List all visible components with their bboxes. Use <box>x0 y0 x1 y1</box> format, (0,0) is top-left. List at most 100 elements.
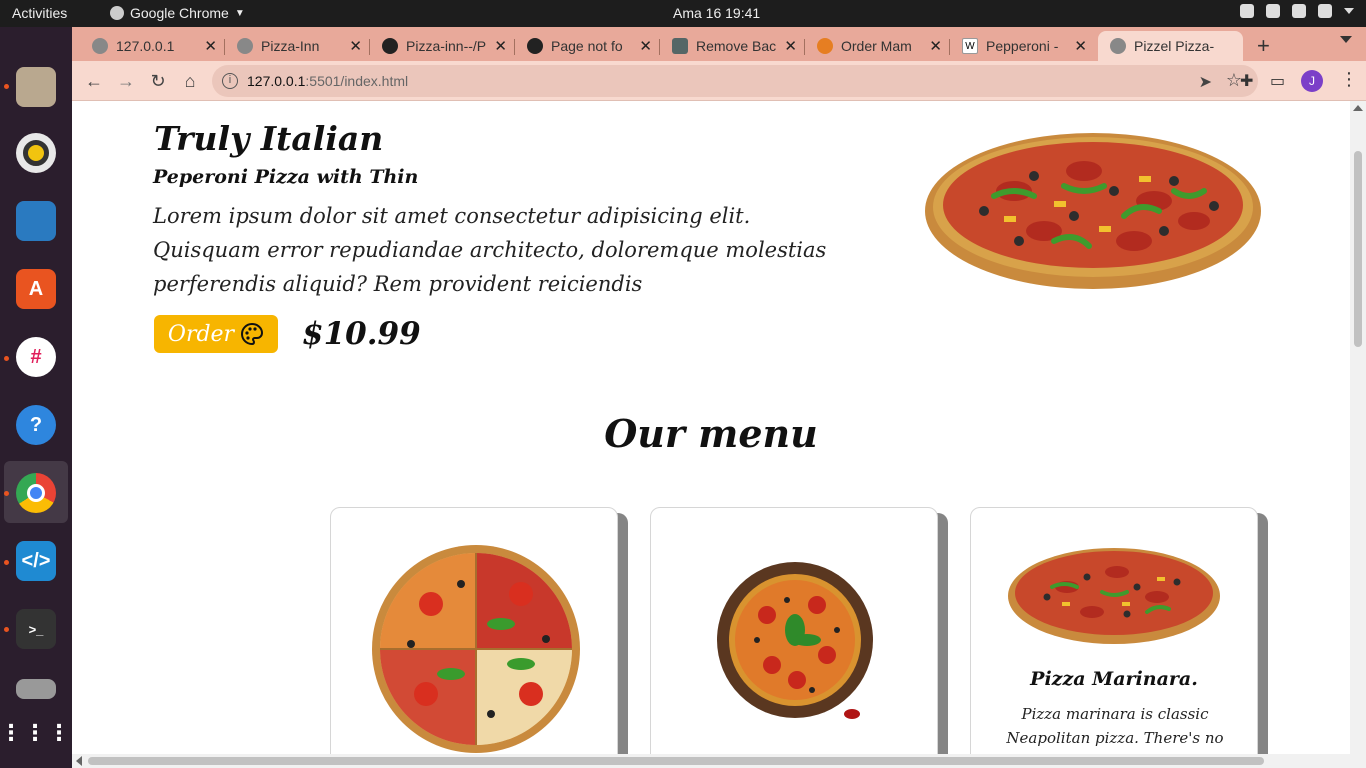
card-title: Pizza Marinara. <box>1030 668 1198 690</box>
pizza-image <box>1008 548 1220 644</box>
scroll-up-arrow-icon[interactable] <box>1353 105 1363 111</box>
back-button[interactable]: ← <box>82 69 106 93</box>
horizontal-scrollbar[interactable] <box>72 754 1366 768</box>
scroll-left-arrow-icon[interactable] <box>76 756 82 766</box>
running-indicator <box>4 356 9 361</box>
tab[interactable]: Remove Bac ✕ <box>660 31 805 61</box>
url-text[interactable]: 127.0.0.1:5501/index.html <box>247 73 408 89</box>
scrollbar-thumb[interactable] <box>88 757 1264 765</box>
cast-icon[interactable]: ▭ <box>1270 71 1285 91</box>
globe-icon <box>92 38 108 54</box>
close-icon[interactable]: ✕ <box>639 37 652 55</box>
wikipedia-icon: W <box>962 38 978 54</box>
address-bar[interactable]: i 127.0.0.1:5501/index.html ➤ ☆ <box>212 65 1258 97</box>
palette-icon <box>241 322 264 346</box>
new-tab-button[interactable]: + <box>1257 33 1270 59</box>
files-icon[interactable] <box>14 65 58 109</box>
close-icon[interactable]: ✕ <box>1074 37 1087 55</box>
tab-title: 127.0.0.1 <box>116 38 175 54</box>
menu-card[interactable] <box>650 507 938 754</box>
tab-strip: 127.0.0.1 ✕ Pizza-Inn ✕ Pizza-inn--/P ✕ … <box>72 27 1366 61</box>
tab-title: Pizza-inn--/P <box>406 38 487 54</box>
chrome-app-icon <box>110 6 124 20</box>
network-icon <box>1240 4 1254 18</box>
hero-description: Lorem ipsum dolor sit amet consectetur a… <box>153 204 827 296</box>
close-icon[interactable]: ✕ <box>349 37 362 55</box>
price: $10.99 <box>302 316 421 352</box>
menu-card[interactable]: Pizza Marinara. Pizza marinara is classi… <box>970 507 1258 754</box>
forward-button[interactable]: → <box>114 69 138 93</box>
show-apps-icon[interactable]: ⋮⋮⋮ <box>0 711 70 755</box>
tab-active[interactable]: Pizzel Pizza- <box>1098 31 1243 61</box>
order-button[interactable]: Order <box>154 315 278 353</box>
tab-title: Order Mam <box>841 38 912 54</box>
github-icon <box>382 38 398 54</box>
tab[interactable]: Page not fo ✕ <box>515 31 660 61</box>
hero-subtitle: Peperoni Pizza with Thin <box>153 166 419 188</box>
wifi-icon <box>1266 4 1280 18</box>
system-top-bar: Activities Google Chrome ▼ Ama 16 19:41 <box>0 0 1366 27</box>
menu-card[interactable] <box>330 507 618 754</box>
close-icon[interactable]: ✕ <box>929 37 942 55</box>
profile-avatar[interactable]: J <box>1301 70 1323 92</box>
card-description: Pizza marinara is classic Neapolitan piz… <box>1006 705 1224 747</box>
hero-title: Truly Italian <box>154 119 384 158</box>
archive-icon[interactable] <box>14 667 58 711</box>
tab-title: Page not fo <box>551 38 623 54</box>
extensions-icon[interactable]: ✚ <box>1240 71 1253 91</box>
site-info-icon[interactable]: i <box>222 73 238 89</box>
close-icon[interactable]: ✕ <box>494 37 507 55</box>
tab[interactable]: Order Mam ✕ <box>805 31 950 61</box>
pizza-image <box>372 545 580 753</box>
chrome-icon[interactable] <box>14 471 58 515</box>
browser-toolbar: ← → ↻ ⌂ i 127.0.0.1:5501/index.html ➤ ☆ … <box>72 61 1366 101</box>
pizza-icon <box>817 38 833 54</box>
close-icon[interactable]: ✕ <box>784 37 797 55</box>
volume-icon <box>1292 4 1306 18</box>
tab-search-icon[interactable] <box>1340 36 1352 43</box>
pizza-image <box>717 562 873 719</box>
rhythmbox-icon[interactable] <box>14 131 58 175</box>
tab[interactable]: Pizza-Inn ✕ <box>225 31 370 61</box>
clock[interactable]: Ama 16 19:41 <box>673 5 760 21</box>
activities-button[interactable]: Activities <box>12 5 67 21</box>
menu-kebab-icon[interactable]: ⋮ <box>1340 69 1358 90</box>
order-label: Order <box>167 321 235 347</box>
software-store-icon[interactable]: A <box>14 267 58 311</box>
tab[interactable]: 127.0.0.1 ✕ <box>80 31 225 61</box>
app-menu[interactable]: Google Chrome ▼ <box>110 5 245 21</box>
terminal-icon[interactable]: >_ <box>14 607 58 651</box>
libreoffice-impress-icon[interactable] <box>14 199 58 243</box>
home-button[interactable]: ⌂ <box>178 69 202 93</box>
help-icon[interactable]: ? <box>14 403 58 447</box>
chevron-down-icon <box>1344 8 1354 14</box>
battery-icon <box>1318 4 1332 18</box>
running-indicator <box>4 84 9 89</box>
github-icon <box>527 38 543 54</box>
tab-title: Pizza-Inn <box>261 38 320 54</box>
menu-title: Our menu <box>604 411 818 456</box>
reload-button[interactable]: ↻ <box>146 69 170 93</box>
dock: A # ? </> >_ ⋮⋮⋮ <box>0 27 72 768</box>
system-tray[interactable] <box>1240 4 1354 18</box>
page-content: Truly Italian Peperoni Pizza with Thin L… <box>72 101 1350 754</box>
tab-title: Pepperoni - <box>986 38 1059 54</box>
scrollbar-thumb[interactable] <box>1354 151 1362 347</box>
app-name: Google Chrome <box>130 5 229 21</box>
vertical-scrollbar[interactable] <box>1350 101 1366 754</box>
send-to-device-icon[interactable]: ➤ <box>1199 72 1212 92</box>
removebg-icon <box>672 38 688 54</box>
slack-icon[interactable]: # <box>14 335 58 379</box>
tab-title: Pizzel Pizza- <box>1134 38 1215 54</box>
running-indicator <box>4 627 9 632</box>
vscode-icon[interactable]: </> <box>14 539 58 583</box>
tab[interactable]: Pizza-inn--/P ✕ <box>370 31 515 61</box>
globe-icon <box>1110 38 1126 54</box>
hero-pizza-image <box>925 133 1261 289</box>
running-indicator <box>4 560 9 565</box>
tab[interactable]: W Pepperoni - ✕ <box>950 31 1095 61</box>
chevron-down-icon: ▼ <box>234 7 245 19</box>
tab-title: Remove Bac <box>696 38 777 54</box>
globe-icon <box>237 38 253 54</box>
close-icon[interactable]: ✕ <box>204 37 217 55</box>
